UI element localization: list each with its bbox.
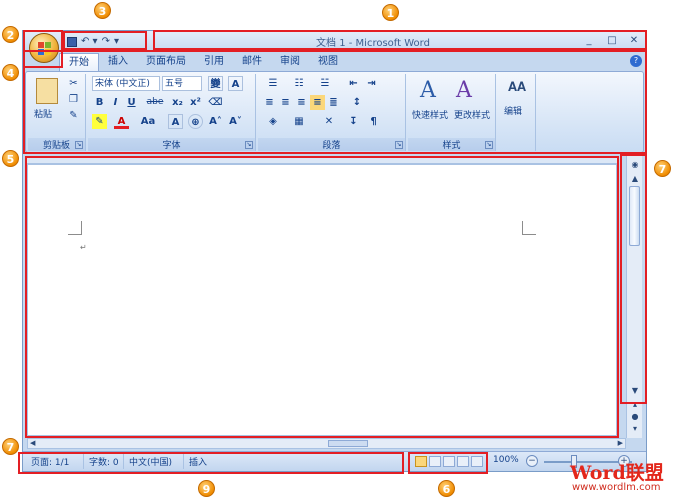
callout-badge-7-status: 7 [2,438,19,455]
scroll-right-icon[interactable]: ▶ [618,439,623,447]
browse-object-icon[interactable]: ● [630,412,640,422]
callout-badge-3: 3 [94,2,111,19]
screenshot: 文档 1 - Microsoft Word _ □ ✕ ↶ ▾ ↷ ▾ 开始 插… [0,0,673,500]
horizontal-scroll-thumb[interactable] [328,440,368,447]
watermark-title: Word联盟 [570,462,664,484]
callout-badge-6: 6 [438,480,455,497]
callout-badge-4: 4 [2,64,19,81]
watermark-url: www.wordlm.com [572,482,661,493]
callout-badge-9: 9 [198,480,215,497]
scroll-left-icon[interactable]: ◀ [30,439,35,447]
next-page-icon[interactable]: ▾ [630,424,640,434]
callout-box-document [25,156,619,438]
callout-box-title-bar [153,30,647,50]
callout-box-quick-access [63,31,147,50]
callout-box-status-bar [18,452,404,474]
wordlm-watermark: Word联盟 www.wordlm.com [560,458,670,498]
callout-badge-7-scrollbar: 7 [654,160,671,177]
callout-badge-2: 2 [2,26,19,43]
callout-box-ribbon [23,50,647,154]
horizontal-scrollbar[interactable]: ◀ ▶ [27,438,626,449]
callout-box-scrollbar [620,154,647,404]
callout-badge-5: 5 [2,150,19,167]
zoom-out-icon[interactable]: − [526,455,538,467]
zoom-level[interactable]: 100% [493,455,519,465]
callout-badge-1: 1 [382,4,399,21]
callout-box-view-buttons [408,452,488,474]
